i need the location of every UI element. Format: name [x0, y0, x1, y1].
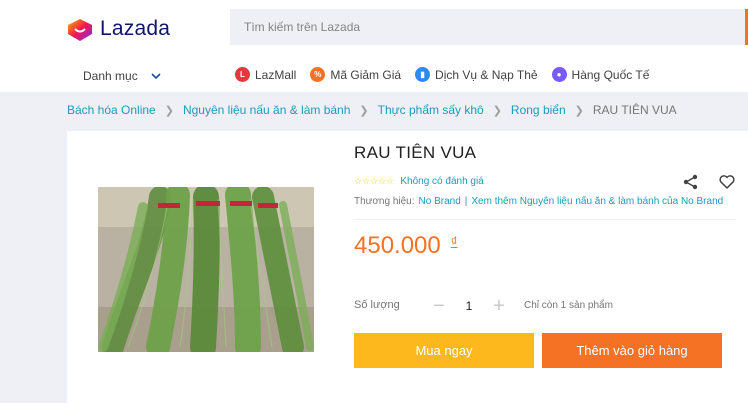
- heart-icon[interactable]: [718, 173, 736, 191]
- rating-link[interactable]: Không có đánh giá: [400, 176, 483, 187]
- chevron-down-icon: [151, 73, 161, 80]
- buy-now-button[interactable]: Mua ngay: [354, 333, 534, 368]
- nav-lazmall-label: LazMall: [255, 67, 297, 82]
- nav-lazmall[interactable]: L LazMall: [235, 67, 296, 82]
- logo-text: Lazada: [100, 17, 171, 40]
- breadcrumb-item[interactable]: Rong biển: [511, 103, 566, 117]
- star-rating-icon: ☆☆☆☆☆: [354, 176, 395, 186]
- product-card: RAU TIÊN VUA ☆☆☆☆☆ Không có đánh giá Thư…: [67, 131, 748, 403]
- breadcrumb: Bách hóa Online ❯ Nguyên liệu nấu ăn & l…: [67, 103, 677, 117]
- add-to-cart-button[interactable]: Thêm vào giỏ hàng: [542, 333, 722, 368]
- brand-link[interactable]: No Brand: [419, 196, 461, 207]
- rating-row: ☆☆☆☆☆ Không có đánh giá: [354, 176, 484, 187]
- increase-button[interactable]: +: [486, 293, 512, 319]
- lazmall-icon: L: [235, 67, 250, 82]
- topup-icon: ▮: [415, 67, 431, 82]
- brand-row: Thương hiệu: No Brand | Xem thêm Nguyên …: [354, 196, 723, 207]
- breadcrumb-item[interactable]: Thực phẩm sấy khô: [378, 103, 484, 117]
- share-icon[interactable]: [682, 173, 700, 191]
- quantity-value[interactable]: 1: [452, 299, 486, 313]
- search-bar[interactable]: [230, 9, 748, 45]
- brand-label: Thương hiệu:: [354, 196, 415, 207]
- chevron-right-icon: ❯: [492, 104, 502, 117]
- breadcrumb-item[interactable]: Nguyên liệu nấu ăn & làm bánh: [183, 103, 350, 117]
- quantity-stepper: − 1 +: [426, 293, 512, 319]
- stock-text: Chỉ còn 1 sản phẩm: [524, 300, 613, 311]
- price: 450.000 ₫: [354, 232, 457, 260]
- nav-global[interactable]: ● Hàng Quốc Tế: [551, 67, 650, 82]
- price-value: 450.000: [354, 232, 441, 259]
- price-currency: ₫: [450, 234, 458, 249]
- lazada-heart-icon: [68, 19, 92, 41]
- lazada-logo[interactable]: Lazada: [66, 16, 170, 42]
- nav-topup-label: Dịch Vụ & Nạp Thẻ: [435, 67, 538, 82]
- global-icon: ●: [551, 67, 567, 82]
- nav-voucher[interactable]: % Mã Giảm Giá: [310, 67, 401, 82]
- breadcrumb-item[interactable]: Bách hóa Online: [67, 103, 156, 117]
- breadcrumb-current: RAU TIÊN VUA: [592, 103, 677, 117]
- voucher-icon: %: [310, 67, 326, 82]
- quantity-label: Số lượng: [354, 299, 400, 311]
- nav-global-label: Hàng Quốc Tế: [571, 67, 650, 82]
- brand-separator: |: [464, 196, 468, 207]
- top-nav: L LazMall % Mã Giảm Giá ▮ Dịch Vụ & Nạp …: [235, 67, 663, 82]
- nav-voucher-label: Mã Giảm Giá: [330, 67, 402, 82]
- nav-topup[interactable]: ▮ Dịch Vụ & Nạp Thẻ: [415, 67, 538, 82]
- category-label: Danh mục: [83, 69, 138, 83]
- product-image[interactable]: [98, 187, 314, 352]
- chevron-right-icon: ❯: [574, 104, 584, 117]
- search-input[interactable]: [230, 9, 745, 45]
- decrease-button[interactable]: −: [426, 293, 452, 319]
- category-menu[interactable]: Danh mục: [83, 69, 162, 83]
- product-title: RAU TIÊN VUA: [354, 143, 477, 162]
- header: Lazada Danh mục L LazMall % Mã Giảm Giá …: [0, 0, 748, 92]
- chevron-right-icon: ❯: [359, 104, 369, 117]
- brand-more-link[interactable]: Xem thêm Nguyên liệu nấu ăn & làm bánh c…: [471, 196, 723, 207]
- chevron-right-icon: ❯: [164, 104, 174, 117]
- divider: [354, 219, 736, 220]
